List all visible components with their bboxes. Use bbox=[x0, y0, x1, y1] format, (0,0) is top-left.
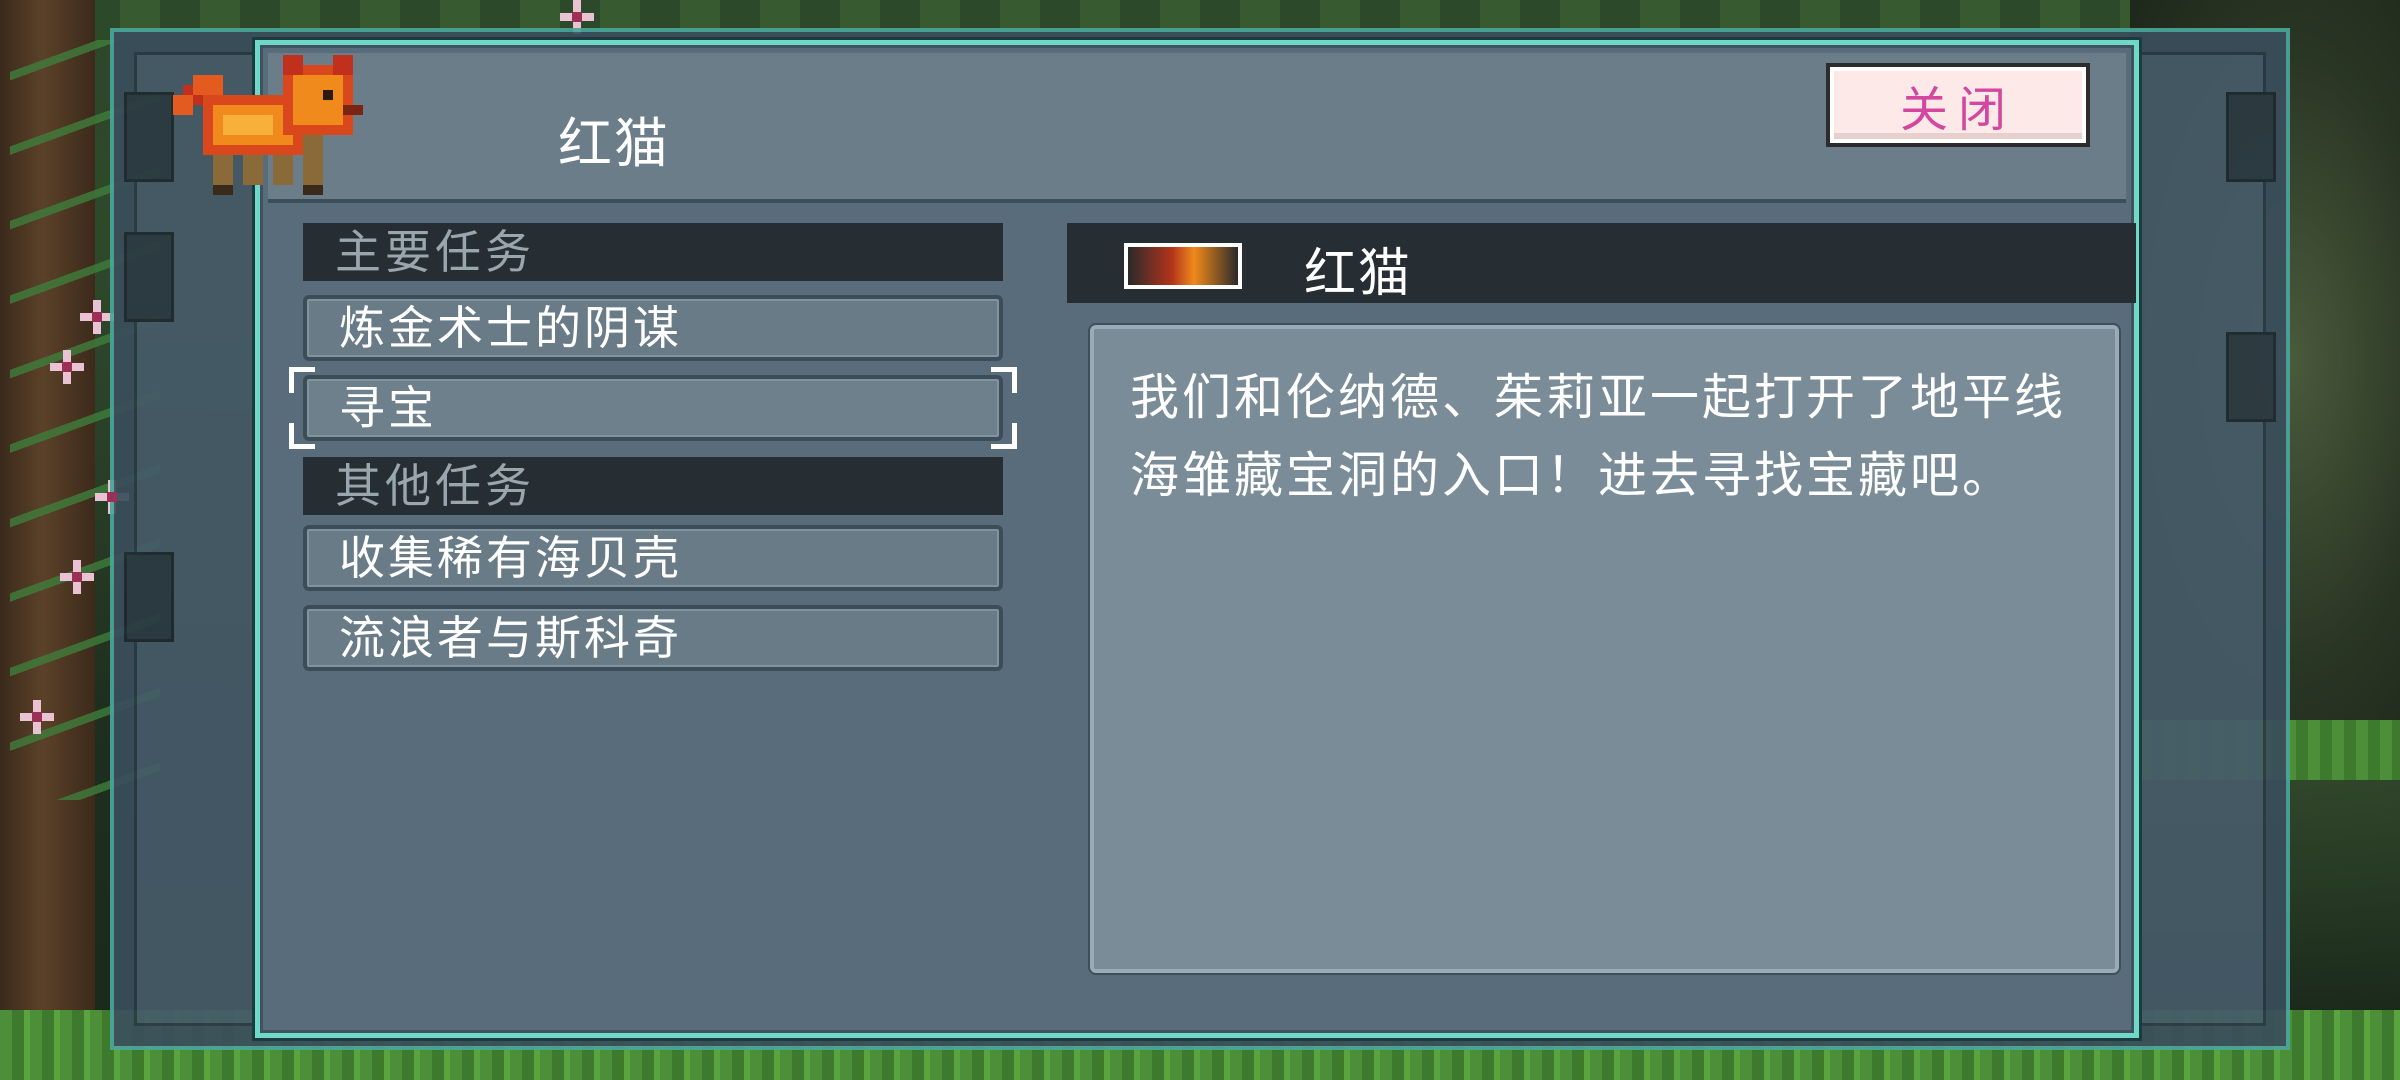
background-slot bbox=[2226, 92, 2276, 182]
detail-body: 我们和伦纳德、茱莉亚一起打开了地平线海雏藏宝洞的入口！进去寻找宝藏吧。 bbox=[1090, 325, 2119, 973]
detail-header: 红猫 bbox=[1067, 223, 2136, 304]
quest-item-label: 寻宝 bbox=[339, 381, 437, 435]
red-cat-mini-sprite-icon bbox=[1124, 243, 1242, 289]
red-cat-sprite-icon bbox=[173, 55, 363, 195]
quest-item-selected[interactable]: 寻宝 bbox=[289, 367, 1017, 449]
flower-icon bbox=[50, 350, 84, 384]
background-slot bbox=[2226, 332, 2276, 422]
dialog-header: 红猫 关闭 bbox=[173, 53, 2126, 203]
close-button[interactable]: 关闭 bbox=[1830, 67, 2086, 143]
flower-icon bbox=[60, 560, 94, 594]
quest-item[interactable]: 收集稀有海贝壳 bbox=[303, 525, 1003, 591]
background-slot bbox=[124, 552, 174, 642]
detail-description: 我们和伦纳德、茱莉亚一起打开了地平线海雏藏宝洞的入口！进去寻找宝藏吧。 bbox=[1130, 369, 2067, 504]
selection-corner bbox=[289, 423, 315, 449]
other-quests-header: 其他任务 bbox=[303, 457, 1003, 515]
main-quests-header: 主要任务 bbox=[303, 223, 1003, 281]
detail-title: 红猫 bbox=[1304, 244, 1413, 304]
selection-corner bbox=[991, 423, 1017, 449]
background-slot bbox=[124, 232, 174, 322]
selection-corner bbox=[289, 367, 315, 393]
flower-icon bbox=[80, 300, 114, 334]
quest-dialog: 红猫 关闭 主要任务 炼金术士的阴谋 寻宝 其他任务 收集稀有海贝壳 流浪者与斯… bbox=[173, 40, 2139, 1038]
mini-sprite-fill bbox=[1128, 247, 1238, 285]
flower-icon bbox=[20, 700, 54, 734]
background-slot bbox=[124, 92, 174, 182]
selection-corner bbox=[991, 367, 1017, 393]
dialog-title: 红猫 bbox=[558, 112, 670, 175]
quest-item[interactable]: 流浪者与斯科奇 bbox=[303, 605, 1003, 671]
quest-item[interactable]: 炼金术士的阴谋 bbox=[303, 295, 1003, 361]
